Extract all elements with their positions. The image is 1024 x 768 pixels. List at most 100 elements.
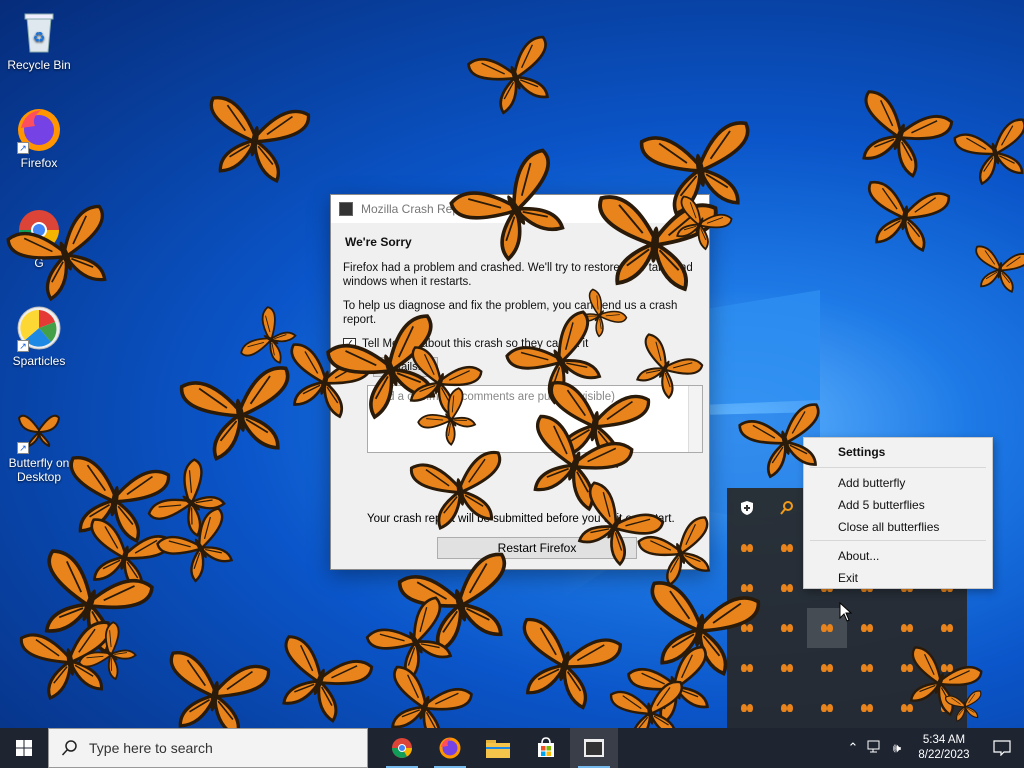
desktop-icon-chrome[interactable]: G	[0, 206, 78, 270]
tray-butterfly-icon[interactable]	[887, 688, 927, 728]
butterfly-sprite	[627, 645, 709, 725]
taskbar-app-chrome[interactable]	[378, 728, 426, 768]
desktop-icon-butterfly[interactable]: ↗ Butterfly on Desktop	[0, 406, 78, 484]
taskbar-app-firefox[interactable]	[426, 728, 474, 768]
details-button[interactable]: Details...	[373, 357, 438, 377]
desktop-icon-label: Butterfly on Desktop	[8, 456, 70, 484]
butterfly-sprite	[975, 245, 1024, 293]
restart-firefox-button[interactable]: Restart Firefox	[437, 537, 637, 559]
butterfly-icon	[861, 704, 873, 712]
sparticles-icon: ↗	[15, 304, 63, 352]
network-icon[interactable]	[864, 740, 886, 757]
dialog-titlebar[interactable]: Mozilla Crash Rep	[331, 195, 709, 223]
butterfly-sprite	[209, 96, 311, 183]
tray-butterfly-icon[interactable]	[767, 688, 807, 728]
search-icon	[61, 740, 77, 756]
dialog-footer-text: Your crash report will be submitted befo…	[367, 513, 675, 525]
clock[interactable]: 5:34 AM 8/22/2023	[908, 733, 980, 763]
desktop-icon-firefox[interactable]: ↗ Firefox	[0, 106, 78, 170]
butterfly-icon	[941, 704, 953, 712]
butterfly-sprite	[365, 596, 453, 682]
taskbar-app-microsoft-store[interactable]	[522, 728, 570, 768]
firefox-icon: ↗	[15, 106, 63, 154]
desktop-icon-label: Recycle Bin	[7, 58, 71, 72]
menu-item-about[interactable]: About...	[804, 545, 992, 567]
taskbar-app-file-explorer[interactable]	[474, 728, 522, 768]
clock-time: 5:34 AM	[922, 734, 966, 746]
butterfly-icon	[741, 664, 753, 672]
menu-separator	[810, 540, 986, 541]
butterfly-icon	[741, 584, 753, 592]
menu-item-settings[interactable]: Settings	[804, 439, 992, 465]
taskbar: Type here to search ⌃ 🕪 5:34 AM 8/22/202…	[0, 728, 1024, 768]
checkbox-label: Tell Mozilla about this crash so they ca…	[362, 338, 589, 350]
butterfly-context-menu: Settings Add butterfly Add 5 butterflies…	[803, 437, 993, 589]
volume-icon[interactable]: 🕪	[886, 740, 908, 756]
tray-butterfly-icon[interactable]	[887, 648, 927, 688]
menu-item-add-butterfly[interactable]: Add butterfly	[804, 472, 992, 494]
desktop-icon-label: Sparticles	[12, 354, 66, 368]
butterfly-sprite	[90, 518, 172, 594]
butterfly-icon: ↗	[15, 406, 63, 454]
tray-butterfly-icon[interactable]	[847, 688, 887, 728]
butterfly-sprite	[522, 617, 622, 710]
security-icon[interactable]	[727, 488, 767, 528]
dialog-heading: We're Sorry	[345, 235, 412, 249]
butterfly-sprite	[19, 620, 112, 700]
tray-butterfly-icon[interactable]	[767, 568, 807, 608]
start-button[interactable]	[0, 728, 48, 768]
menu-item-add-5-butterflies[interactable]: Add 5 butterflies	[804, 494, 992, 516]
tray-butterfly-icon[interactable]	[927, 648, 967, 688]
tray-butterfly-icon[interactable]	[807, 688, 847, 728]
butterfly-icon	[741, 624, 753, 632]
windows-logo-icon	[16, 740, 32, 756]
menu-item-close-all-butterflies[interactable]: Close all butterflies	[804, 516, 992, 538]
tray-butterfly-icon[interactable]	[727, 608, 767, 648]
desktop-icon-recycle-bin[interactable]: ♻ Recycle Bin	[0, 8, 78, 72]
butterfly-icon	[941, 664, 953, 672]
tray-butterfly-icon[interactable]	[767, 528, 807, 568]
tray-butterfly-icon[interactable]	[847, 648, 887, 688]
butterfly-sprite	[78, 621, 137, 681]
shortcut-arrow-icon: ↗	[17, 340, 29, 352]
tray-butterfly-icon[interactable]	[727, 688, 767, 728]
butterfly-icon	[781, 664, 793, 672]
chevron-up-icon[interactable]: ⌃	[842, 740, 864, 756]
tray-butterfly-icon[interactable]	[807, 648, 847, 688]
tray-butterfly-icon[interactable]	[727, 528, 767, 568]
taskbar-search-box[interactable]: Type here to search	[48, 728, 368, 768]
menu-item-exit[interactable]: Exit	[804, 567, 992, 589]
tray-butterfly-icon[interactable]	[727, 648, 767, 688]
butterfly-sprite	[240, 306, 297, 364]
butterfly-sprite	[867, 180, 951, 252]
tray-butterfly-icon[interactable]	[767, 608, 807, 648]
tray-butterfly-icon[interactable]	[727, 568, 767, 608]
butterfly-icon	[861, 624, 873, 632]
tray-butterfly-icon[interactable]	[767, 648, 807, 688]
tray-butterfly-icon[interactable]	[927, 608, 967, 648]
butterfly-icon	[901, 664, 913, 672]
send-report-checkbox[interactable]: ✓ Tell Mozilla about this crash so they …	[343, 337, 697, 351]
tray-butterfly-icon[interactable]	[887, 608, 927, 648]
search-tray-icon[interactable]	[767, 488, 807, 528]
desktop-icon-label: Firefox	[20, 156, 58, 170]
butterfly-sprite	[953, 118, 1024, 186]
tray-butterfly-icon[interactable]	[927, 688, 967, 728]
recycle-bin-icon: ♻	[15, 8, 63, 56]
comment-scrollbar[interactable]	[688, 386, 702, 452]
dialog-title: Mozilla Crash Rep	[361, 202, 460, 216]
microsoft-store-icon	[538, 737, 554, 757]
tray-butterfly-icon[interactable]	[847, 608, 887, 648]
dialog-help-text: To help us diagnose and fix the problem,…	[343, 300, 678, 326]
system-tray: ⌃ 🕪 5:34 AM 8/22/2023	[842, 728, 1024, 768]
butterfly-icon	[901, 704, 913, 712]
desktop-icon-label: G	[34, 256, 44, 270]
comment-textarea[interactable]: Add a comment (comments are publicly vis…	[367, 385, 703, 453]
dialog-message: Firefox had a problem and crashed. We'll…	[343, 262, 693, 288]
taskbar-app-crash-reporter[interactable]	[570, 728, 618, 768]
firefox-icon	[439, 737, 461, 759]
desktop-icon-sparticles[interactable]: ↗ Sparticles	[0, 304, 78, 368]
checkmark-icon[interactable]: ✓	[343, 337, 356, 351]
butterfly-icon	[821, 664, 833, 672]
notification-center-icon[interactable]	[980, 728, 1024, 768]
